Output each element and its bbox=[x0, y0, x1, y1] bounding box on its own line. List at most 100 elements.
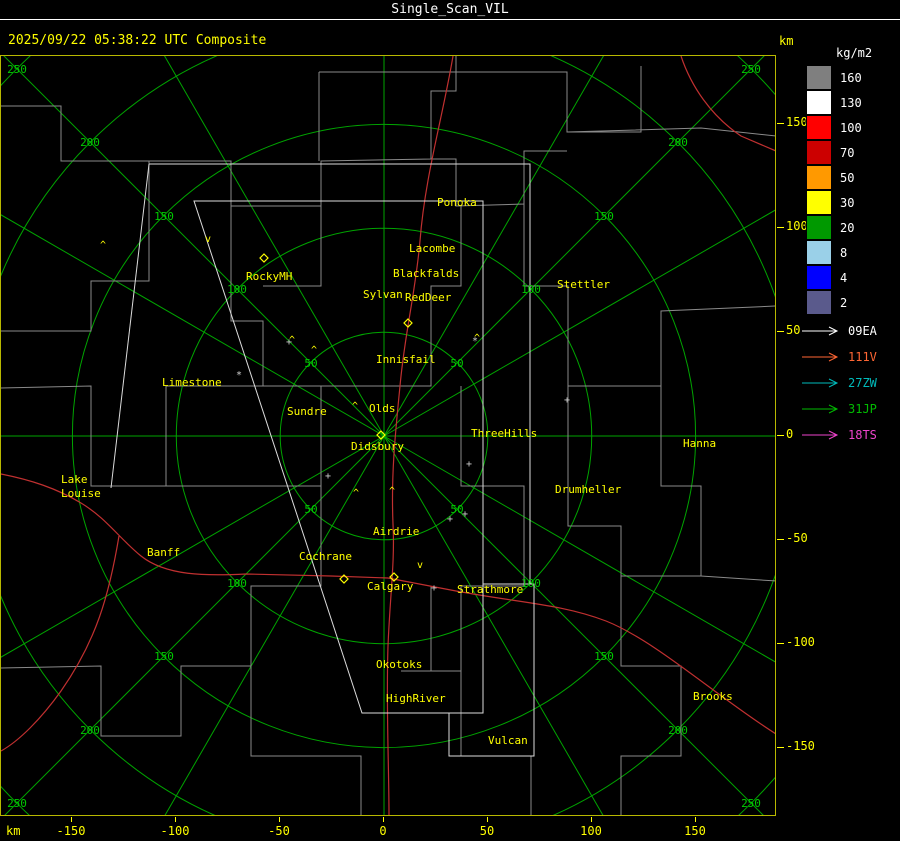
ring-distance-label: 150 bbox=[154, 210, 174, 223]
radial-line bbox=[1, 214, 385, 437]
legend-unit-label: kg/m2 bbox=[836, 46, 873, 60]
city-label-reddeer: RedDeer bbox=[405, 291, 452, 304]
x-tick-mark bbox=[591, 817, 592, 822]
legend-value: 160 bbox=[840, 70, 862, 85]
ring-distance-label: 50 bbox=[304, 503, 317, 516]
ring-distance-label: 100 bbox=[521, 577, 541, 590]
municipal-boundary bbox=[1, 161, 150, 332]
x-tick-mark bbox=[383, 817, 384, 822]
legend-value: 50 bbox=[840, 170, 855, 185]
legend-color-swatch bbox=[806, 190, 832, 215]
y-tick-label: 150 bbox=[786, 115, 808, 129]
legend-row: 4 bbox=[806, 265, 900, 290]
city-label-ponoka: Ponoka bbox=[437, 196, 477, 209]
legend-row: 100 bbox=[806, 115, 900, 140]
legend-value: 4 bbox=[840, 270, 848, 285]
city-label-banff: Banff bbox=[147, 546, 180, 559]
city-label-innisfail: Innisfail bbox=[376, 353, 436, 366]
legend-value: 70 bbox=[840, 145, 855, 160]
legend-row: 50 bbox=[806, 165, 900, 190]
legend-color-swatch bbox=[806, 265, 832, 290]
municipal-boundary bbox=[1, 206, 264, 487]
y-tick-mark bbox=[777, 747, 784, 748]
x-tick-label: 100 bbox=[580, 824, 602, 838]
radar-site-marker bbox=[259, 253, 269, 263]
highway-line bbox=[387, 577, 775, 735]
municipal-boundary bbox=[620, 576, 682, 815]
legend-row: 2 bbox=[806, 290, 900, 315]
legend-color-swatch bbox=[806, 115, 832, 140]
radar-site-id: 09EA bbox=[848, 324, 877, 338]
radial-line bbox=[164, 435, 385, 815]
city-label-drumheller: Drumheller bbox=[555, 483, 622, 496]
radar-site-row: 27ZW bbox=[800, 370, 900, 396]
radar-site-id: 18TS bbox=[848, 428, 877, 442]
site-arrow-icon bbox=[802, 378, 839, 388]
scan-coverage-outline bbox=[448, 583, 535, 757]
ring-distance-label: 200 bbox=[80, 724, 100, 737]
x-tick-label: 0 bbox=[379, 824, 387, 838]
y-tick-mark bbox=[777, 643, 784, 644]
city-label-lacombe: Lacombe bbox=[409, 242, 455, 255]
x-tick-label: -50 bbox=[268, 824, 290, 838]
city-label-airdrie: Airdrie bbox=[373, 525, 419, 538]
x-tick-mark bbox=[71, 817, 72, 822]
x-tick-mark bbox=[175, 817, 176, 822]
municipal-boundary bbox=[567, 386, 702, 577]
scan-coverage-outline bbox=[149, 163, 531, 584]
city-label-rockymh: RockyMH bbox=[246, 270, 292, 283]
down-caret-marker: v bbox=[205, 234, 211, 245]
legend-row: 130 bbox=[806, 90, 900, 115]
site-arrow-icon bbox=[802, 430, 839, 440]
y-tick-label: -50 bbox=[786, 531, 808, 545]
city-label-threehills: ThreeHills bbox=[471, 427, 537, 440]
ring-distance-label: 100 bbox=[521, 283, 541, 296]
city-label-vulcan: Vulcan bbox=[488, 734, 528, 747]
city-label-blackfalds: Blackfalds bbox=[393, 267, 459, 280]
city-label-hanna: Hanna bbox=[683, 437, 716, 450]
radar-site-id: 27ZW bbox=[848, 376, 877, 390]
x-axis: km -150 -100 -50 0 50 100 150 bbox=[0, 817, 776, 841]
vil-color-legend: kg/m2 160 130 100 70 50 30 20 8 4 2 bbox=[806, 46, 900, 315]
radar-display-window: Single_Scan_VIL 2025/09/22 05:38:22 UTC … bbox=[0, 0, 900, 841]
municipal-boundary bbox=[319, 66, 642, 133]
cross-marker: + bbox=[286, 337, 292, 348]
ring-distance-label: 250 bbox=[7, 63, 27, 76]
radar-site-legend: 09EA 111V 27ZW 31JP 18TS bbox=[800, 318, 900, 448]
cross-marker: + bbox=[564, 395, 570, 406]
down-caret-marker: v bbox=[417, 560, 423, 571]
radar-site-row: 09EA bbox=[800, 318, 900, 344]
radar-map[interactable]: 50 100 150 200 250 50 100 150 200 250 50 100 150 200 2… bbox=[0, 55, 776, 816]
cross-marker: + bbox=[447, 514, 453, 525]
radar-site-row: 18TS bbox=[800, 422, 900, 448]
y-tick-mark bbox=[777, 227, 784, 228]
cross-marker: + bbox=[431, 583, 437, 594]
legend-value: 2 bbox=[840, 295, 848, 310]
ring-distance-label: 250 bbox=[741, 63, 761, 76]
legend-color-swatch bbox=[806, 65, 832, 90]
legend-row: 30 bbox=[806, 190, 900, 215]
x-tick-mark bbox=[487, 817, 488, 822]
caret-marker: ^ bbox=[353, 488, 359, 499]
legend-value: 8 bbox=[840, 245, 848, 260]
x-tick-mark bbox=[695, 817, 696, 822]
legend-value: 130 bbox=[840, 95, 862, 110]
legend-row: 20 bbox=[806, 215, 900, 240]
city-label-lake: Lake bbox=[61, 473, 88, 486]
caret-marker: ^ bbox=[311, 345, 317, 356]
y-tick-label: -150 bbox=[786, 739, 815, 753]
legend-value: 100 bbox=[840, 120, 862, 135]
ring-distance-label: 50 bbox=[450, 357, 463, 370]
ring-distance-label: 250 bbox=[7, 797, 27, 810]
ring-distance-label: 100 bbox=[227, 577, 247, 590]
ring-distance-label: 150 bbox=[594, 650, 614, 663]
radar-site-row: 31JP bbox=[800, 396, 900, 422]
cross-marker: + bbox=[462, 509, 468, 520]
ring-distance-label: 50 bbox=[304, 357, 317, 370]
x-tick-label: -150 bbox=[56, 824, 86, 838]
radial-line bbox=[164, 56, 385, 437]
y-tick-mark bbox=[777, 331, 784, 332]
legend-color-swatch bbox=[806, 140, 832, 165]
ring-distance-label: 200 bbox=[80, 136, 100, 149]
radar-site-id: 31JP bbox=[848, 402, 877, 416]
